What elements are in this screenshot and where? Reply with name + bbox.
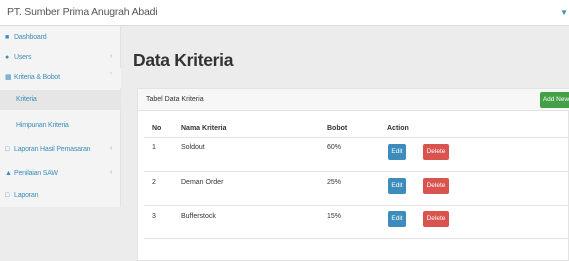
delete-button[interactable]: Delete [423, 178, 449, 194]
sidebar-item-label: Kriteria & Bobot [14, 74, 60, 81]
sidebar-item-laporan[interactable]: □ Laporan [0, 186, 121, 206]
sidebar-item-penilaian-saw[interactable]: ▲ Penilaian SAW ‹ [0, 164, 121, 184]
cell-bobot: 25% [327, 179, 342, 186]
add-new-button[interactable]: Add New [540, 92, 569, 108]
sidebar-item-label: Laporan [14, 192, 39, 199]
chevron-down-icon: ˇ [110, 73, 113, 80]
sidebar-item-laporan-hasil-pemasaran[interactable]: □ Laporan Hasil Pemasaran ‹ [0, 140, 121, 160]
sidebar-item-himpunan-kriteria[interactable]: Himpunan Kriteria [0, 116, 121, 136]
row-divider [144, 171, 569, 172]
row-divider [144, 238, 569, 239]
edit-button[interactable]: Edit [388, 211, 406, 227]
top-navbar: PT. Sumber Prima Anugrah Abadi ▼ [0, 0, 569, 26]
chevron-left-icon: ‹ [110, 169, 113, 176]
sidebar-filler [0, 207, 121, 261]
column-header-no: No [152, 125, 162, 132]
sidebar-item-dashboard[interactable]: ■ Dashboard [0, 28, 121, 48]
sidebar-item-label: Himpunan Kriteria [16, 122, 69, 129]
chevron-left-icon: ‹ [110, 53, 113, 60]
sitemap-icon: ▲ [5, 170, 12, 177]
sidebar-item-users[interactable]: ● Users ‹ [0, 48, 121, 68]
panel-header: Tabel Data Kriteria Add New [138, 89, 569, 111]
cell-nama-kriteria: Bufferstock [181, 213, 216, 220]
sidebar-item-label: Kriteria [16, 96, 37, 103]
table-icon: ▦ [5, 74, 12, 81]
header-divider [144, 137, 569, 138]
panel-title: Tabel Data Kriteria [146, 96, 204, 103]
cell-bobot: 15% [327, 213, 342, 220]
sidebar-item-kriteria-bobot[interactable]: ▦ Kriteria & Bobot ˇ [0, 68, 121, 88]
app-brand[interactable]: PT. Sumber Prima Anugrah Abadi [7, 6, 158, 18]
page-title: Data Kriteria [133, 50, 234, 70]
column-header-bobot: Bobot [327, 125, 348, 132]
edit-button[interactable]: Edit [388, 144, 406, 160]
kriteria-panel: Tabel Data Kriteria Add New No Nama Krit… [137, 88, 569, 261]
sidebar-item-label: Penilaian SAW [14, 170, 58, 177]
user-menu-icon[interactable]: ▼ [560, 8, 568, 17]
document-icon: □ [5, 146, 10, 153]
sidebar: ■ Dashboard ● Users ‹ ▦ Kriteria & Bobot… [0, 26, 121, 207]
column-header-nama-kriteria: Nama Kriteria [181, 125, 227, 132]
delete-button[interactable]: Delete [423, 144, 449, 160]
cell-no: 1 [152, 144, 156, 151]
delete-button[interactable]: Delete [423, 211, 449, 227]
sidebar-item-label: Laporan Hasil Pemasaran [14, 146, 91, 153]
row-divider [144, 205, 569, 206]
cell-bobot: 60% [327, 144, 342, 151]
sidebar-item-kriteria[interactable]: Kriteria [0, 90, 121, 110]
sidebar-item-label: Dashboard [14, 34, 47, 41]
sidebar-item-label: Users [14, 54, 32, 61]
column-header-action: Action [387, 125, 409, 132]
edit-button[interactable]: Edit [388, 178, 406, 194]
cell-no: 3 [152, 213, 156, 220]
cell-nama-kriteria: Deman Order [181, 179, 224, 186]
cell-no: 2 [152, 179, 156, 186]
cell-nama-kriteria: Soldout [181, 144, 205, 151]
document-icon: □ [5, 192, 10, 199]
chevron-left-icon: ‹ [110, 145, 113, 152]
user-icon: ● [5, 54, 10, 61]
dashboard-icon: ■ [5, 34, 10, 41]
